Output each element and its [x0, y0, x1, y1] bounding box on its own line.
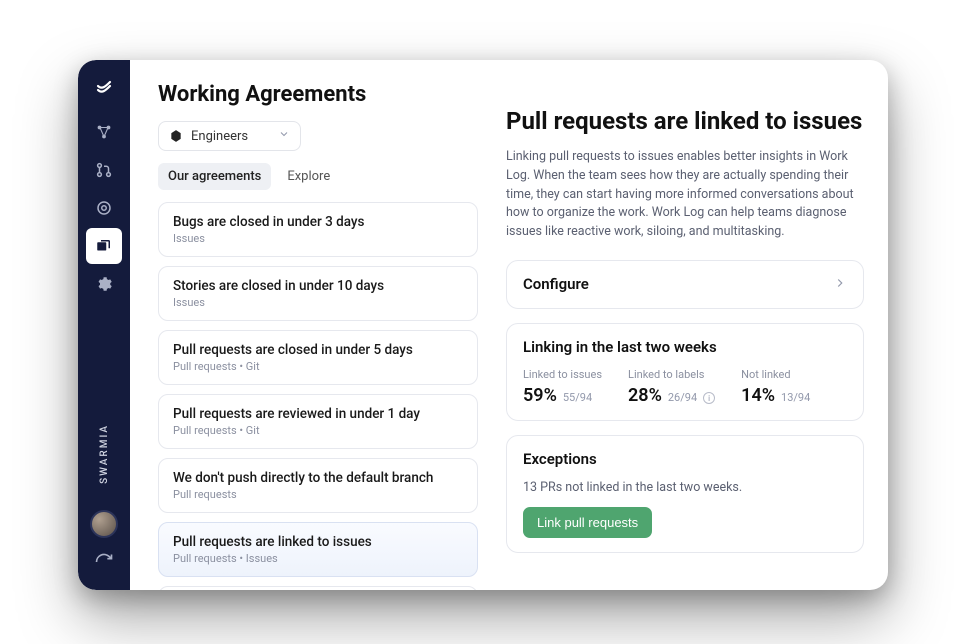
refresh-icon[interactable]	[94, 552, 114, 576]
agreement-title: Bugs are closed in under 3 days	[173, 214, 463, 230]
link-pull-requests-button[interactable]: Link pull requests	[523, 507, 652, 538]
agreement-card[interactable]: Stories are closed in under 10 days Issu…	[158, 266, 478, 321]
detail-description: Linking pull requests to issues enables …	[506, 148, 864, 242]
nav-agreements-icon[interactable]	[86, 228, 122, 264]
agreement-card[interactable]: Pull requests are closed in under 5 days…	[158, 330, 478, 385]
exceptions-header: Exceptions	[523, 450, 847, 468]
team-selector[interactable]: Engineers	[158, 121, 301, 151]
info-icon[interactable]: i	[703, 392, 715, 404]
nav-pull-request-icon[interactable]	[86, 152, 122, 188]
agreement-title: Pull requests are closed in under 5 days	[173, 342, 463, 358]
stat-value: 59%	[523, 385, 557, 406]
agreement-card[interactable]: Pull requests are reviewed in under 1 da…	[158, 394, 478, 449]
agreement-card[interactable]: We don't push directly to the default br…	[158, 458, 478, 513]
agreement-sub: Pull requests	[173, 488, 463, 501]
agreement-sub: Pull requests • Git	[173, 424, 463, 437]
content: Working Agreements Engineers Our agreeme…	[130, 60, 888, 590]
agreement-card-selected[interactable]: Pull requests are linked to issues Pull …	[158, 522, 478, 577]
configure-label: Configure	[523, 275, 589, 293]
avatar[interactable]	[90, 510, 118, 538]
detail-title: Pull requests are linked to issues	[506, 106, 864, 136]
stat-label: Linked to labels	[628, 368, 704, 381]
nav-network-icon[interactable]	[86, 114, 122, 150]
right-column: Pull requests are linked to issues Linki…	[506, 82, 864, 590]
agreement-sub: Issues	[173, 296, 463, 309]
stat-fraction: 26/94	[668, 391, 697, 404]
stat-label: Not linked	[741, 368, 810, 381]
tab-explore[interactable]: Explore	[277, 163, 340, 190]
brand-label: SWARMIA	[99, 424, 110, 484]
agreement-title: Pull requests are linked to issues	[173, 534, 463, 550]
stat-label: Linked to issues	[523, 368, 602, 381]
stat-linked-labels: Linked to labels 28% 26/94 i	[628, 368, 715, 406]
stat-not-linked: Not linked 14% 13/94	[741, 368, 810, 406]
stat-value: 28%	[628, 385, 662, 406]
app-window: SWARMIA Working Agreements Engineers Our…	[78, 60, 888, 590]
page-title: Working Agreements	[158, 82, 478, 107]
stat-linked-issues: Linked to issues 59% 55/94	[523, 368, 602, 406]
agreement-sub: Pull requests • Issues	[173, 552, 463, 565]
agreement-sub: Pull requests • Git	[173, 360, 463, 373]
linking-panel: Linking in the last two weeks Linked to …	[506, 323, 864, 421]
linking-header: Linking in the last two weeks	[523, 338, 847, 356]
chevron-down-icon	[278, 128, 290, 144]
agreement-title: Pull requests are reviewed in under 1 da…	[173, 406, 463, 422]
agreement-list: Bugs are closed in under 3 days Issues S…	[158, 202, 478, 590]
exceptions-text: 13 PRs not linked in the last two weeks.	[523, 480, 847, 495]
linking-stats: Linked to issues 59% 55/94 Linked to lab…	[523, 368, 847, 406]
stat-value: 14%	[741, 385, 775, 406]
agreement-title: Stories are closed in under 10 days	[173, 278, 463, 294]
configure-panel[interactable]: Configure	[506, 260, 864, 309]
exceptions-panel: Exceptions 13 PRs not linked in the last…	[506, 435, 864, 553]
nav-settings-icon[interactable]	[86, 266, 122, 302]
agreement-card[interactable]: Up to 2 stories open at once Focus • Iss…	[158, 586, 478, 590]
tab-our-agreements[interactable]: Our agreements	[158, 163, 271, 190]
team-selector-label: Engineers	[191, 129, 248, 144]
stat-fraction: 13/94	[781, 391, 810, 404]
chevron-right-icon	[833, 275, 847, 294]
hexagon-icon	[169, 129, 183, 143]
nav-target-icon[interactable]	[86, 190, 122, 226]
agreement-sub: Issues	[173, 232, 463, 245]
sidebar: SWARMIA	[78, 60, 130, 590]
tabs: Our agreements Explore	[158, 163, 478, 190]
agreement-title: We don't push directly to the default br…	[173, 470, 463, 486]
logo-icon	[92, 74, 116, 98]
stat-fraction: 55/94	[563, 391, 592, 404]
agreement-card[interactable]: Bugs are closed in under 3 days Issues	[158, 202, 478, 257]
left-column: Working Agreements Engineers Our agreeme…	[158, 82, 478, 590]
